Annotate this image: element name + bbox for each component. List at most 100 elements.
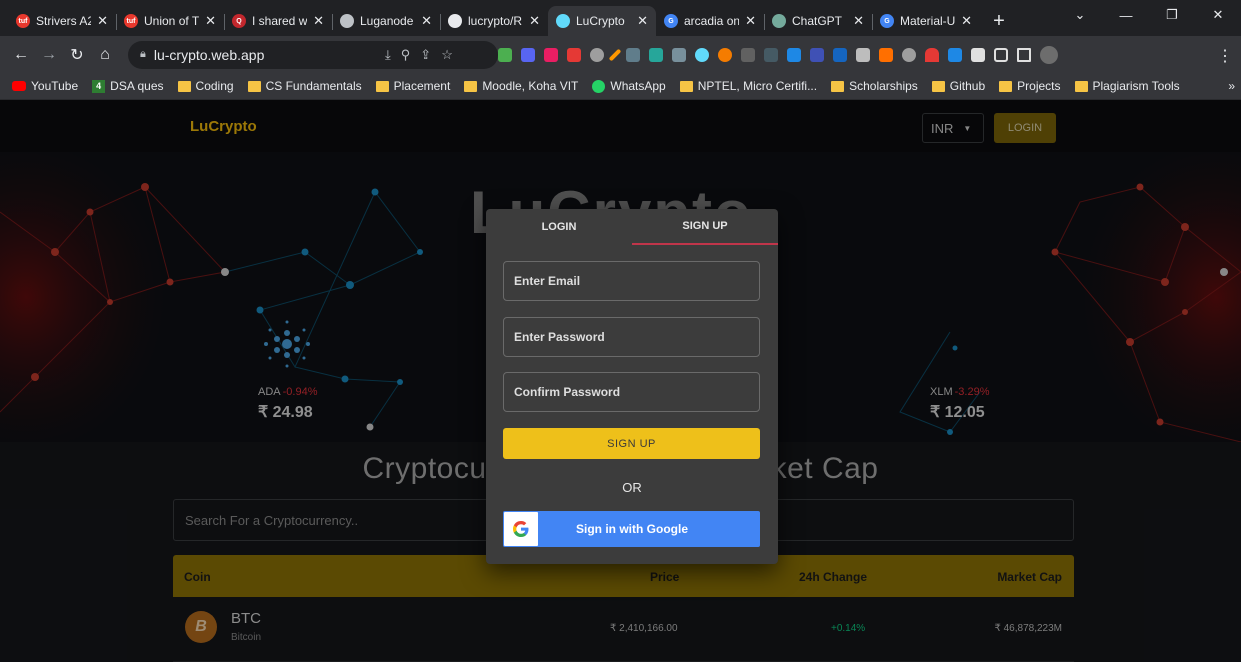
bookmark-item[interactable]: Moodle, Koha VIT (464, 79, 578, 93)
folder-icon (1074, 80, 1088, 92)
puzzle-icon[interactable] (971, 47, 985, 62)
extension-icon[interactable] (741, 47, 755, 62)
tab-login[interactable]: LOGIN (486, 209, 632, 245)
tab-search-icon[interactable]: ⌄ (1057, 0, 1103, 30)
close-window-icon[interactable]: ✕ (1195, 0, 1241, 30)
extension-icon[interactable] (590, 47, 604, 62)
tab-close-icon[interactable]: ✕ (97, 13, 108, 29)
home-icon[interactable]: ⌂ (92, 42, 118, 68)
extension-icon[interactable] (718, 47, 732, 62)
browser-tab[interactable]: Q I shared w ✕ (224, 6, 332, 36)
tab-signup[interactable]: SIGN UP (632, 209, 778, 245)
extension-icon[interactable] (544, 47, 558, 62)
password-field[interactable]: Enter Password (503, 317, 760, 357)
bookmark-item[interactable]: 4 DSA ques (92, 79, 164, 93)
browser-tab[interactable]: tuf Strivers A2 ✕ (8, 6, 116, 36)
share-icon[interactable]: ⇪ (420, 47, 431, 63)
confirm-password-field[interactable]: Confirm Password (503, 372, 760, 412)
browser-toolbar: ← → ↻ ⌂ 🔒︎ lu-crypto.web.app ⤓ ⚲ ⇪ ☆ ⋮ (0, 36, 1241, 73)
sidebar-icon[interactable] (1017, 47, 1031, 62)
folder-icon (247, 80, 261, 92)
tab-close-icon[interactable]: ✕ (529, 13, 540, 29)
extension-icon[interactable] (764, 47, 778, 62)
extension-icon[interactable] (626, 47, 640, 62)
browser-tab[interactable]: ChatGPT ✕ (764, 6, 872, 36)
more-menu-icon[interactable]: ⋮ (1217, 46, 1233, 66)
browser-tab[interactable]: lucrypto/R ✕ (440, 6, 548, 36)
folder-icon (375, 80, 389, 92)
bookmark-label: Moodle, Koha VIT (482, 79, 579, 93)
bookmark-item[interactable]: WhatsApp (592, 79, 666, 93)
tab-close-icon[interactable]: ✕ (637, 13, 648, 29)
browser-tab[interactable]: Garcadia on ✕ (656, 6, 764, 36)
bookmark-label: Scholarships (849, 79, 918, 93)
tab-close-icon[interactable]: ✕ (421, 13, 432, 29)
extension-icon[interactable] (567, 47, 581, 62)
extension-icon[interactable] (810, 47, 824, 62)
bookmark-label: CS Fundamentals (265, 79, 362, 93)
tab-favicon-icon: G (880, 14, 894, 28)
install-icon[interactable]: ⤓ (385, 47, 391, 63)
bookmark-item[interactable]: NPTEL, Micro Certifi... (679, 79, 817, 93)
extension-icon[interactable] (521, 47, 535, 62)
extension-icon[interactable] (948, 47, 962, 62)
bookmark-item[interactable]: Scholarships (831, 79, 918, 93)
extension-icon[interactable] (672, 47, 686, 62)
reload-icon[interactable]: ↻ (64, 42, 90, 68)
browser-tab[interactable]: G Material-U ✕ (872, 6, 980, 36)
tab-title: Luganode (360, 14, 414, 28)
forward-icon[interactable]: → (36, 42, 62, 68)
tab-close-icon[interactable]: ✕ (961, 13, 972, 29)
browser-tab[interactable]: tuf Union of T ✕ (116, 6, 224, 36)
bookmark-label: WhatsApp (610, 79, 666, 93)
browser-tab-strip: tuf Strivers A2 ✕ tuf Union of T ✕ Q I shared w… (0, 0, 1241, 36)
bookmark-item[interactable]: CS Fundamentals (247, 79, 362, 93)
restore-icon[interactable]: ❐ (1149, 0, 1195, 30)
bookmark-item[interactable]: YouTube (12, 79, 78, 93)
profile-avatar-icon[interactable] (1040, 45, 1058, 64)
email-field[interactable]: Enter Email (503, 261, 760, 301)
tab-favicon-icon (340, 14, 354, 28)
bookmark-item[interactable]: Github (931, 79, 985, 93)
signup-button[interactable]: SIGN UP (503, 428, 760, 459)
browser-tab[interactable]: Luganode ✕ (332, 6, 440, 36)
bookmark-item[interactable]: Coding (177, 79, 234, 93)
extension-icon[interactable] (925, 47, 939, 62)
tab-title: Material-U (900, 14, 956, 28)
lock-icon: 🔒︎ (140, 48, 146, 60)
folder-icon (931, 80, 945, 92)
browser-tab[interactable]: LuCrypto ✕ (548, 6, 656, 36)
extension-icon[interactable] (856, 47, 870, 62)
tab-close-icon[interactable]: ✕ (313, 13, 324, 29)
extension-icon[interactable] (902, 47, 916, 62)
omnibox-actions: ⤓ ⚲ ⇪ ☆ (385, 36, 453, 73)
bookmarks-bar: YouTube 4 DSA ques Coding CS Fundamentals Pla… (0, 73, 1241, 100)
auth-tabs: LOGIN SIGN UP (486, 209, 778, 245)
bookmark-item[interactable]: Plagiarism Tools (1074, 79, 1180, 93)
new-tab-button[interactable]: + (984, 6, 1014, 36)
back-icon[interactable]: ← (8, 42, 34, 68)
extension-icon[interactable] (608, 48, 622, 61)
bookmark-label: DSA ques (110, 79, 164, 93)
extension-icon[interactable] (833, 47, 847, 62)
bookmark-label: Placement (393, 79, 451, 93)
tab-close-icon[interactable]: ✕ (745, 13, 756, 29)
bookmark-item[interactable]: Projects (999, 79, 1061, 93)
cast-icon[interactable] (994, 47, 1008, 62)
tab-title: arcadia on (684, 14, 740, 28)
extension-icon[interactable] (695, 47, 709, 62)
extension-icon[interactable] (649, 47, 663, 62)
extension-icon[interactable] (787, 47, 801, 62)
whatsapp-icon (592, 79, 606, 93)
extension-icon[interactable] (498, 47, 512, 62)
tab-close-icon[interactable]: ✕ (205, 13, 216, 29)
bookmark-star-icon[interactable]: ☆ (441, 47, 453, 63)
more-bookmarks-icon[interactable]: » (1228, 79, 1235, 93)
bookmark-item[interactable]: Placement (375, 79, 451, 93)
tab-close-icon[interactable]: ✕ (853, 13, 864, 29)
extension-icon[interactable] (879, 47, 893, 62)
tab-title: I shared w (252, 14, 308, 28)
minimize-icon[interactable]: — (1103, 0, 1149, 30)
zoom-icon[interactable]: ⚲ (401, 47, 411, 63)
google-signin-button[interactable]: Sign in with Google (503, 511, 760, 547)
